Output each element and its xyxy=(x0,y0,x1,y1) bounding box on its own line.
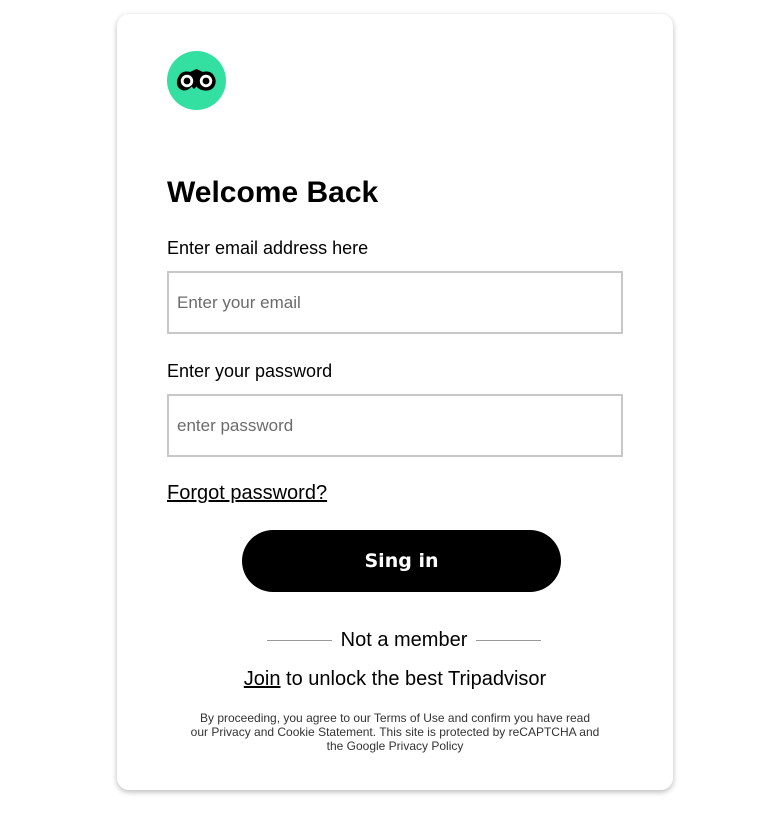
login-card: Welcome Back Enter email address here En… xyxy=(117,14,673,790)
email-label: Enter email address here xyxy=(167,238,369,258)
join-prompt: Join to unlock the best Tripadvisor xyxy=(117,668,673,691)
not-a-member-divider: Not a member xyxy=(267,628,541,652)
join-link[interactable]: Join xyxy=(244,668,281,690)
page-title: Welcome Back xyxy=(167,176,379,209)
join-prompt-text: to unlock the best Tripadvisor xyxy=(280,668,547,690)
password-field[interactable] xyxy=(167,394,623,457)
divider-text: Not a member xyxy=(340,628,468,651)
divider-line-right xyxy=(476,639,541,641)
legal-notice: By proceeding, you agree to our Terms of… xyxy=(190,711,600,753)
divider-line-left xyxy=(267,639,332,641)
tripadvisor-logo xyxy=(167,51,226,110)
sign-in-button[interactable]: Sing in xyxy=(242,530,561,592)
owl-eyes-icon xyxy=(176,69,216,91)
forgot-password-link[interactable]: Forgot password? xyxy=(167,482,327,505)
password-label: Enter your password xyxy=(167,361,333,381)
email-field[interactable] xyxy=(167,271,623,334)
